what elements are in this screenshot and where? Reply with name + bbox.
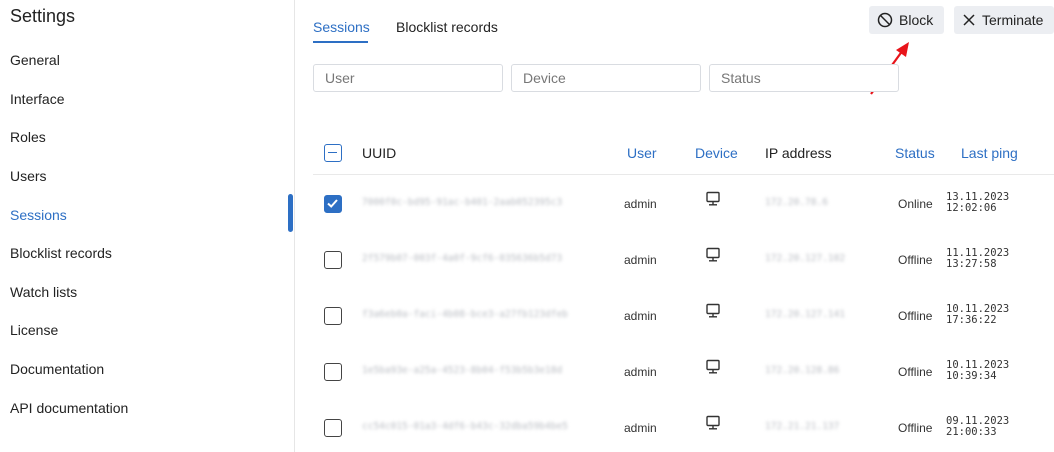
ip-cell: 172.20.127.102 [765,253,846,264]
user-filter-input[interactable] [313,64,503,92]
ip-cell: 172.20.78.6 [765,197,828,208]
terminate-button-label: Terminate [982,12,1044,28]
row-checkbox[interactable] [324,419,342,437]
ip-cell: 172.20.128.86 [765,365,840,376]
monitor-icon [706,303,720,318]
row-checkbox[interactable] [324,195,342,213]
device-filter-input[interactable] [511,64,701,92]
column-header-status[interactable]: Status [895,145,935,161]
status-cell: Offline [898,421,933,435]
column-header-last-ping[interactable]: Last ping [961,145,1018,161]
last-ping-cell: 09.11.2023 21:00:33 [946,416,1009,438]
sidebar-item-api-documentation[interactable]: API documentation [10,400,128,416]
uuid-cell: 1e5ba93e-a25a-4523-8b04-f53b5b3e18d [362,365,563,376]
last-ping-cell: 11.11.2023 13:27:58 [946,248,1009,270]
sidebar-item-roles[interactable]: Roles [10,129,46,145]
column-header-ip-address: IP address [765,145,832,161]
uuid-cell: 2f579b07-003f-4a0f-9cf6-035636b5d73 [362,253,563,264]
ping-time: 13:27:58 [946,258,997,270]
column-header-uuid: UUID [362,145,397,161]
uuid-cell: cc54c015-01a3-4df6-b43c-32dba59b4be5 [362,421,568,432]
ping-time: 12:02:06 [946,202,997,214]
last-ping-cell: 10.11.2023 10:39:34 [946,360,1009,382]
block-button-label: Block [899,12,934,28]
status-filter-input[interactable] [709,64,899,92]
monitor-icon [706,415,720,430]
checkmark-icon [327,199,338,208]
sidebar-item-interface[interactable]: Interface [10,91,64,107]
last-ping-cell: 10.11.2023 17:36:22 [946,304,1009,326]
status-cell: Offline [898,253,933,267]
ip-cell: 172.20.127.141 [765,309,846,320]
select-all-checkbox[interactable] [324,144,342,162]
terminate-button[interactable]: Terminate [954,6,1054,34]
tab-sessions[interactable]: Sessions [313,19,370,35]
monitor-icon [706,247,720,262]
last-ping-cell: 13.11.2023 12:02:06 [946,192,1009,214]
row-checkbox[interactable] [324,307,342,325]
block-icon [877,12,893,28]
sidebar-item-blocklist-records[interactable]: Blocklist records [10,245,112,261]
user-cell: admin [624,309,657,323]
sidebar: Settings General Interface Roles Users S… [0,0,295,452]
sidebar-item-users[interactable]: Users [10,168,47,184]
ping-time: 10:39:34 [946,370,997,382]
uuid-cell: 7000f0c-bd95-91ac-b401-2aab052395c3 [362,197,563,208]
user-cell: admin [624,253,657,267]
sidebar-item-general[interactable]: General [10,52,60,68]
status-cell: Offline [898,365,933,379]
ping-time: 21:00:33 [946,426,997,438]
user-cell: admin [624,421,657,435]
monitor-icon [706,359,720,374]
row-checkbox[interactable] [324,363,342,381]
active-tab-underline [313,41,368,43]
status-cell: Online [898,197,933,211]
active-item-indicator [288,194,293,232]
row-checkbox[interactable] [324,251,342,269]
tab-blocklist-records[interactable]: Blocklist records [396,19,498,35]
user-cell: admin [624,197,657,211]
header-divider [313,174,1054,175]
status-cell: Offline [898,309,933,323]
close-icon [963,14,975,26]
sidebar-item-watch-lists[interactable]: Watch lists [10,284,77,300]
ip-cell: 172.21.21.137 [765,421,840,432]
sidebar-item-license[interactable]: License [10,322,58,338]
block-button[interactable]: Block [869,6,944,34]
uuid-cell: f3a6eb0a-faci-4b08-bce3-a27fb123dfeb [362,309,568,320]
sidebar-item-sessions[interactable]: Sessions [10,207,67,223]
monitor-icon [706,191,720,206]
ping-time: 17:36:22 [946,314,997,326]
user-cell: admin [624,365,657,379]
column-header-device[interactable]: Device [695,145,738,161]
sidebar-title: Settings [10,6,76,26]
sidebar-item-documentation[interactable]: Documentation [10,361,104,377]
column-header-user[interactable]: User [627,145,657,161]
